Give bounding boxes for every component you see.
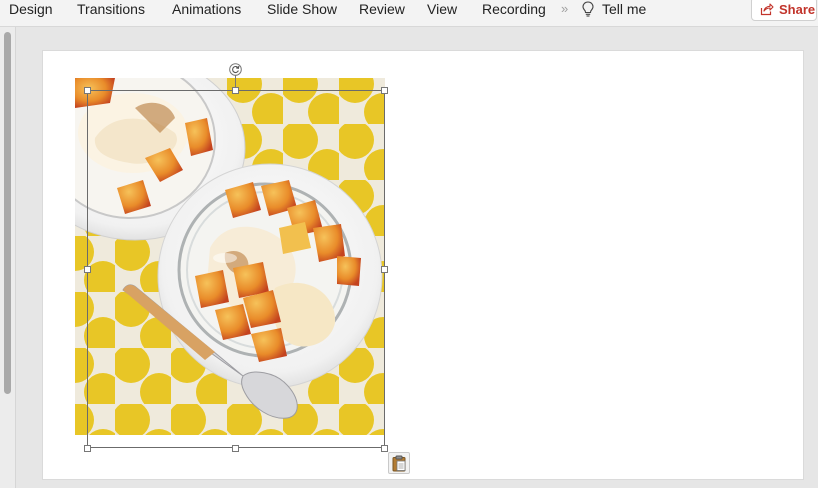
tab-design[interactable]: Design [9, 0, 53, 18]
resize-handle-top-left[interactable] [84, 87, 91, 94]
rotate-icon[interactable] [229, 63, 242, 76]
resize-handle-bottom-right[interactable] [381, 445, 388, 452]
share-label: Share [779, 2, 816, 17]
resize-handle-bottom-left[interactable] [84, 445, 91, 452]
tab-recording[interactable]: Recording [482, 0, 546, 18]
scrollbar-thumb[interactable] [4, 32, 11, 394]
dessert-photo[interactable] [75, 78, 385, 435]
paste-options-button[interactable] [388, 452, 410, 474]
share-button[interactable]: Share [751, 0, 817, 21]
resize-handle-right[interactable] [381, 266, 388, 273]
tab-review[interactable]: Review [359, 0, 405, 18]
tab-view[interactable]: View [427, 0, 457, 18]
ribbon-tab-bar: Design Transitions Animations Slide Show… [0, 0, 818, 27]
tab-transitions[interactable]: Transitions [77, 0, 145, 18]
resize-handle-top-right[interactable] [381, 87, 388, 94]
tab-slide-show[interactable]: Slide Show [267, 0, 337, 18]
tab-animations[interactable]: Animations [172, 0, 241, 18]
resize-handle-left[interactable] [84, 266, 91, 273]
share-icon [760, 2, 774, 16]
ribbon-overflow-chevron-icon[interactable]: » [561, 1, 568, 16]
resize-handle-bottom[interactable] [232, 445, 239, 452]
resize-handle-top[interactable] [232, 87, 239, 94]
vertical-scrollbar[interactable] [0, 27, 16, 488]
tell-me-search[interactable]: Tell me [602, 0, 646, 18]
lightbulb-icon[interactable] [580, 0, 596, 18]
